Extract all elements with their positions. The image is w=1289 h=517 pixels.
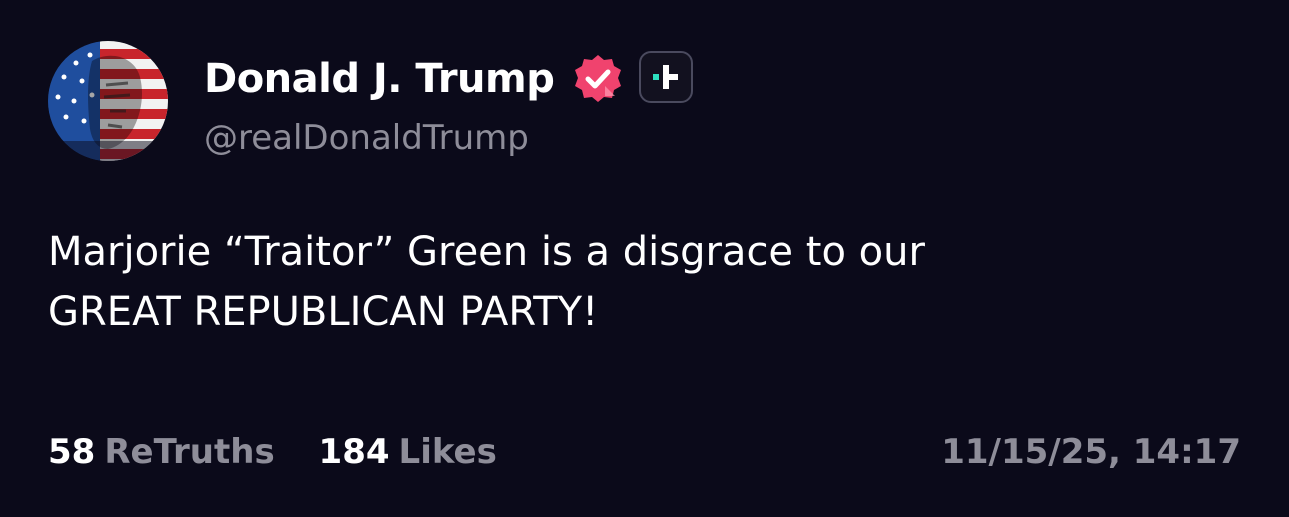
author-avatar[interactable] <box>48 41 168 161</box>
likes-stat[interactable]: 184 Likes <box>319 428 497 476</box>
plus-badge-icon <box>653 65 678 89</box>
post-stats: 58 ReTruths 184 Likes <box>48 428 529 476</box>
retruths-label: ReTruths <box>104 432 275 472</box>
retruths-count: 58 <box>48 432 96 472</box>
post-card: Donald J. Trump @realDonaldTrump Marjori… <box>0 0 1289 517</box>
subscription-plus-badge[interactable] <box>639 51 693 103</box>
likes-count: 184 <box>318 432 390 472</box>
likes-label: Likes <box>398 432 497 472</box>
author-display-name[interactable]: Donald J. Trump <box>204 56 555 102</box>
flag-portrait-icon <box>48 41 168 161</box>
author-handle[interactable]: @realDonaldTrump <box>204 116 529 160</box>
verified-badge-icon <box>571 52 625 106</box>
post-text: Marjorie “Traitor” Green is a disgrace t… <box>48 229 925 335</box>
post-timestamp[interactable]: 11/15/25, 14:17 <box>941 428 1241 476</box>
retruths-stat[interactable]: 58 ReTruths <box>48 428 275 476</box>
